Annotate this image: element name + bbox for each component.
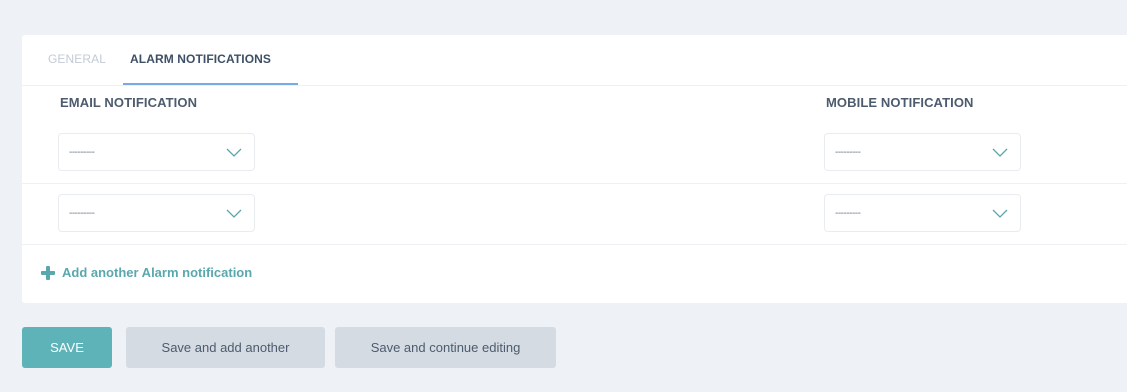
save-and-add-another-button[interactable]: Save and add another [126,327,325,368]
mobile-notification-header: MOBILE NOTIFICATION [826,95,974,110]
chevron-down-icon [226,209,242,218]
chevron-down-icon [992,148,1008,157]
save-button[interactable]: SAVE [22,327,112,368]
plus-icon [41,265,55,280]
row-divider [22,244,1127,245]
select-value: --------- [69,147,95,158]
notification-row: --------- --------- [22,184,1127,244]
email-notification-select[interactable]: --------- [58,194,255,232]
select-value: --------- [69,208,95,219]
add-alarm-notification-link[interactable]: Add another Alarm notification [41,265,252,280]
chevron-down-icon [226,148,242,157]
add-alarm-notification-label: Add another Alarm notification [62,265,253,280]
select-value: --------- [835,208,861,219]
mobile-notification-select[interactable]: --------- [824,133,1021,171]
email-notification-header: EMAIL NOTIFICATION [60,95,198,110]
tab-bar: GENERAL ALARM NOTIFICATIONS [22,35,1127,86]
chevron-down-icon [992,209,1008,218]
notification-row: --------- --------- [22,123,1127,183]
save-and-continue-editing-button[interactable]: Save and continue editing [335,327,556,368]
email-notification-select[interactable]: --------- [58,133,255,171]
tab-general[interactable]: GENERAL [48,52,106,66]
select-value: --------- [835,147,861,158]
tab-divider [22,85,1127,86]
tab-alarm-notifications[interactable]: ALARM NOTIFICATIONS [130,52,271,66]
mobile-notification-select[interactable]: --------- [824,194,1021,232]
alarm-notifications-panel: GENERAL ALARM NOTIFICATIONS EMAIL NOTIFI… [22,35,1127,303]
